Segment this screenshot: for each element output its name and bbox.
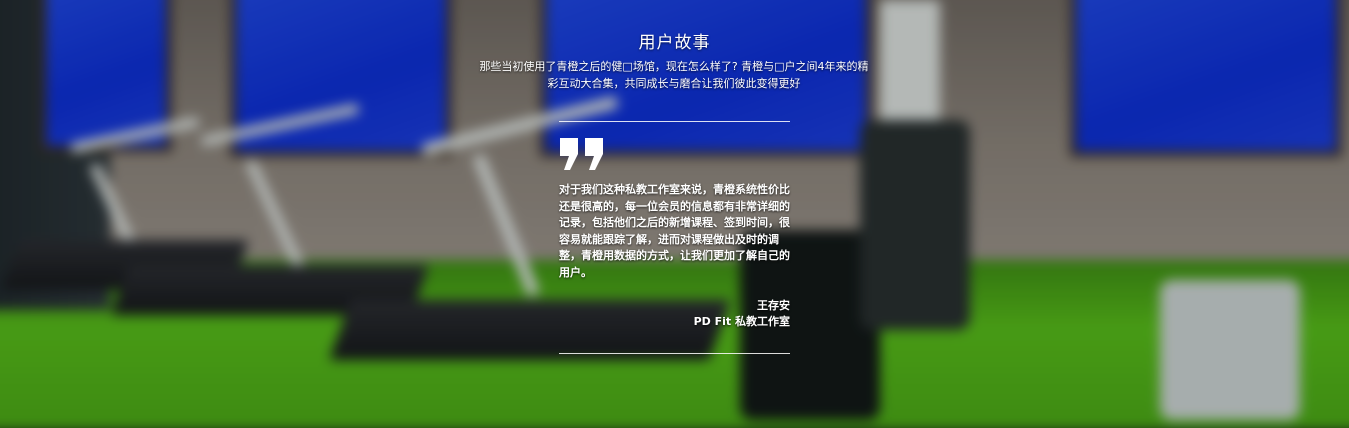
testimonial-author: 王存安 PD Fit 私教工作室 [559,298,790,330]
section-title: 用户故事 [638,33,711,53]
quote-icon [560,138,603,170]
author-name: 王存安 [757,299,790,312]
divider-top [559,121,790,122]
user-stories-banner: 用户故事 那些当初使用了青橙之后的健□场馆，现在怎么样了? 青橙与□户之间4年来… [0,0,1349,428]
divider-bottom [559,353,790,354]
author-organization: PD Fit 私教工作室 [693,315,790,328]
testimonial-text: 对于我们这种私教工作室来说，青橙系统性价比还是很高的，每一位会员的信息都有非常详… [559,183,790,279]
section-subtitle: 那些当初使用了青橙之后的健□场馆，现在怎么样了? 青橙与□户之间4年来的精彩互动… [479,60,869,90]
